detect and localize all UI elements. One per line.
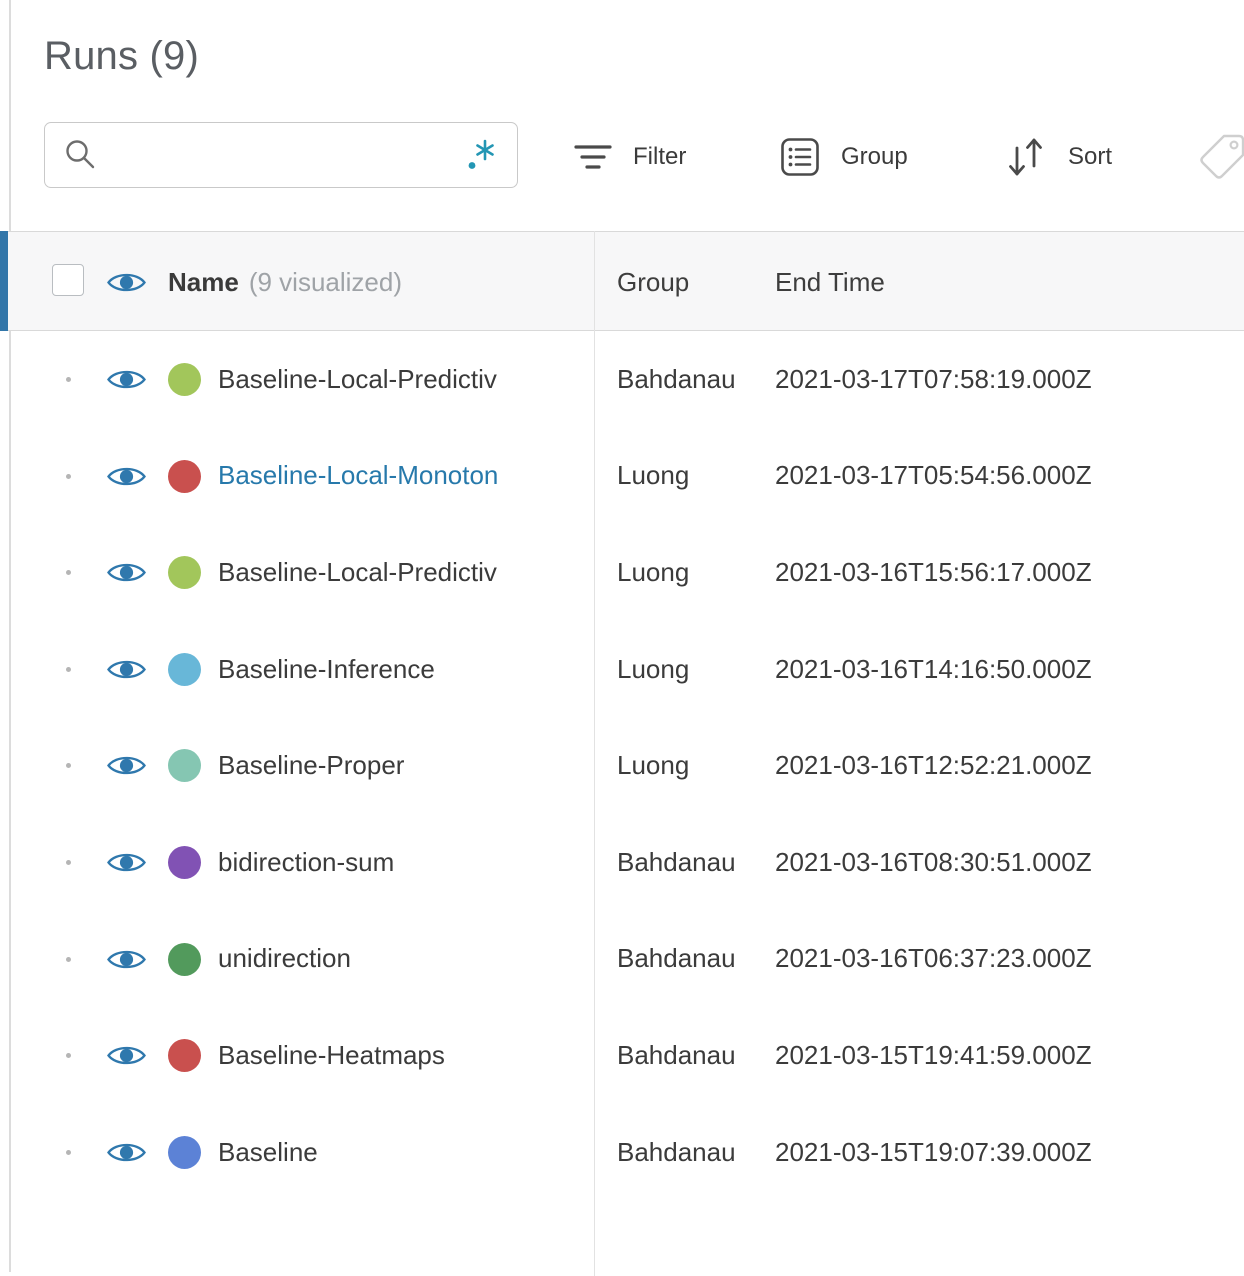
run-end-time: 2021-03-16T12:52:21.000Z <box>775 750 1092 781</box>
runs-panel: Runs (9) Filter Group Sort Name (9 visua… <box>0 0 1244 1276</box>
run-color-dot[interactable] <box>168 942 201 976</box>
drag-handle-dot[interactable] <box>66 763 71 769</box>
drag-handle-dot[interactable] <box>66 956 71 962</box>
table-row: Baseline-Local-Monoton Luong 2021-03-17T… <box>0 428 1244 525</box>
run-color-dot[interactable] <box>168 363 201 396</box>
column-header-end-time[interactable]: End Time <box>775 232 885 332</box>
drag-handle-dot[interactable] <box>66 1053 71 1059</box>
run-name[interactable]: Baseline-Proper <box>218 717 404 814</box>
run-end-time: 2021-03-16T14:16:50.000Z <box>775 653 1092 684</box>
visibility-eye-icon[interactable] <box>106 463 147 490</box>
table-header: Name (9 visualized) Group End Time <box>0 231 1244 331</box>
run-name[interactable]: Baseline-Heatmaps <box>218 1007 445 1104</box>
run-group: Luong <box>617 556 690 587</box>
group-icon <box>780 137 820 177</box>
name-header-label: Name <box>168 266 239 297</box>
visibility-eye-icon[interactable] <box>106 559 147 586</box>
run-group: Bahdanau <box>617 943 736 974</box>
run-color-dot[interactable] <box>168 652 201 686</box>
drag-handle-dot[interactable] <box>66 666 71 672</box>
run-end-time: 2021-03-17T05:54:56.000Z <box>775 460 1092 491</box>
sort-icon <box>1003 136 1047 178</box>
page-title: Runs (9) <box>44 34 199 78</box>
table-row: Baseline-Local-Predictiv Bahdanau 2021-0… <box>0 331 1244 428</box>
group-button-label: Group <box>841 143 908 170</box>
column-header-group[interactable]: Group <box>617 232 689 332</box>
run-group: Luong <box>617 653 690 684</box>
visibility-eye-icon[interactable] <box>106 752 147 779</box>
run-end-time: 2021-03-16T06:37:23.000Z <box>775 943 1092 974</box>
run-name[interactable]: Baseline-Local-Monoton <box>218 428 498 525</box>
visibility-eye-icon[interactable] <box>106 656 147 683</box>
run-name[interactable]: Baseline-Inference <box>218 621 435 718</box>
drag-handle-dot[interactable] <box>66 1149 71 1155</box>
run-color-dot[interactable] <box>168 459 201 493</box>
run-name[interactable]: bidirection-sum <box>218 814 394 911</box>
filter-icon <box>574 140 612 174</box>
run-name[interactable]: Baseline-Local-Predictiv <box>218 331 497 428</box>
search-icon <box>64 138 98 172</box>
filter-button-label: Filter <box>633 143 687 170</box>
table-row: Baseline-Heatmaps Bahdanau 2021-03-15T19… <box>0 1007 1244 1104</box>
run-color-dot[interactable] <box>168 1135 201 1169</box>
visibility-eye-icon[interactable] <box>106 1139 147 1166</box>
table-row: unidirection Bahdanau 2021-03-16T06:37:2… <box>0 911 1244 1008</box>
drag-handle-dot[interactable] <box>66 570 71 576</box>
tag-icon[interactable] <box>1197 132 1244 182</box>
column-divider[interactable] <box>594 231 595 1276</box>
column-header-name[interactable]: Name (9 visualized) <box>168 232 402 332</box>
run-end-time: 2021-03-17T07:58:19.000Z <box>775 363 1092 394</box>
visibility-eye-icon[interactable] <box>106 946 147 973</box>
run-color-dot[interactable] <box>168 749 201 783</box>
table-row: bidirection-sum Bahdanau 2021-03-16T08:3… <box>0 814 1244 911</box>
visibility-eye-icon[interactable] <box>106 1042 147 1069</box>
run-color-dot[interactable] <box>168 556 201 590</box>
filter-button[interactable]: Filter <box>574 134 686 180</box>
drag-handle-dot[interactable] <box>66 377 71 382</box>
group-button[interactable]: Group <box>780 134 908 180</box>
run-color-dot[interactable] <box>168 1039 201 1073</box>
run-group: Luong <box>617 460 690 491</box>
run-color-dot[interactable] <box>168 845 201 879</box>
run-group: Bahdanau <box>617 1136 736 1167</box>
run-group: Bahdanau <box>617 846 736 877</box>
drag-handle-dot[interactable] <box>66 473 71 479</box>
regex-icon[interactable] <box>464 138 496 172</box>
header-accent-bar <box>0 231 8 331</box>
table-row: Baseline-Local-Predictiv Luong 2021-03-1… <box>0 524 1244 621</box>
table-row: Baseline Bahdanau 2021-03-15T19:07:39.00… <box>0 1104 1244 1201</box>
run-end-time: 2021-03-16T15:56:17.000Z <box>775 556 1092 587</box>
visibility-eye-icon[interactable] <box>106 849 147 876</box>
visibility-eye-icon[interactable] <box>106 366 147 393</box>
runs-table-body: Baseline-Local-Predictiv Bahdanau 2021-0… <box>0 331 1244 1200</box>
select-all-checkbox[interactable] <box>52 264 84 296</box>
search-box <box>44 122 518 188</box>
run-name[interactable]: unidirection <box>218 911 351 1008</box>
run-group: Luong <box>617 750 690 781</box>
table-row: Baseline-Inference Luong 2021-03-16T14:1… <box>0 621 1244 718</box>
run-name[interactable]: Baseline-Local-Predictiv <box>218 524 497 621</box>
visibility-all-eye-icon[interactable] <box>106 269 147 296</box>
run-end-time: 2021-03-15T19:07:39.000Z <box>775 1136 1092 1167</box>
search-input[interactable] <box>44 122 518 188</box>
sort-button-label: Sort <box>1068 143 1113 170</box>
run-end-time: 2021-03-15T19:41:59.000Z <box>775 1039 1092 1070</box>
sort-button[interactable]: Sort <box>1003 134 1112 180</box>
run-name[interactable]: Baseline <box>218 1104 318 1201</box>
run-end-time: 2021-03-16T08:30:51.000Z <box>775 846 1092 877</box>
drag-handle-dot[interactable] <box>66 859 71 865</box>
table-row: Baseline-Proper Luong 2021-03-16T12:52:2… <box>0 717 1244 814</box>
visualized-count-label: (9 visualized) <box>248 266 402 297</box>
run-group: Bahdanau <box>617 1039 736 1070</box>
run-group: Bahdanau <box>617 363 736 394</box>
